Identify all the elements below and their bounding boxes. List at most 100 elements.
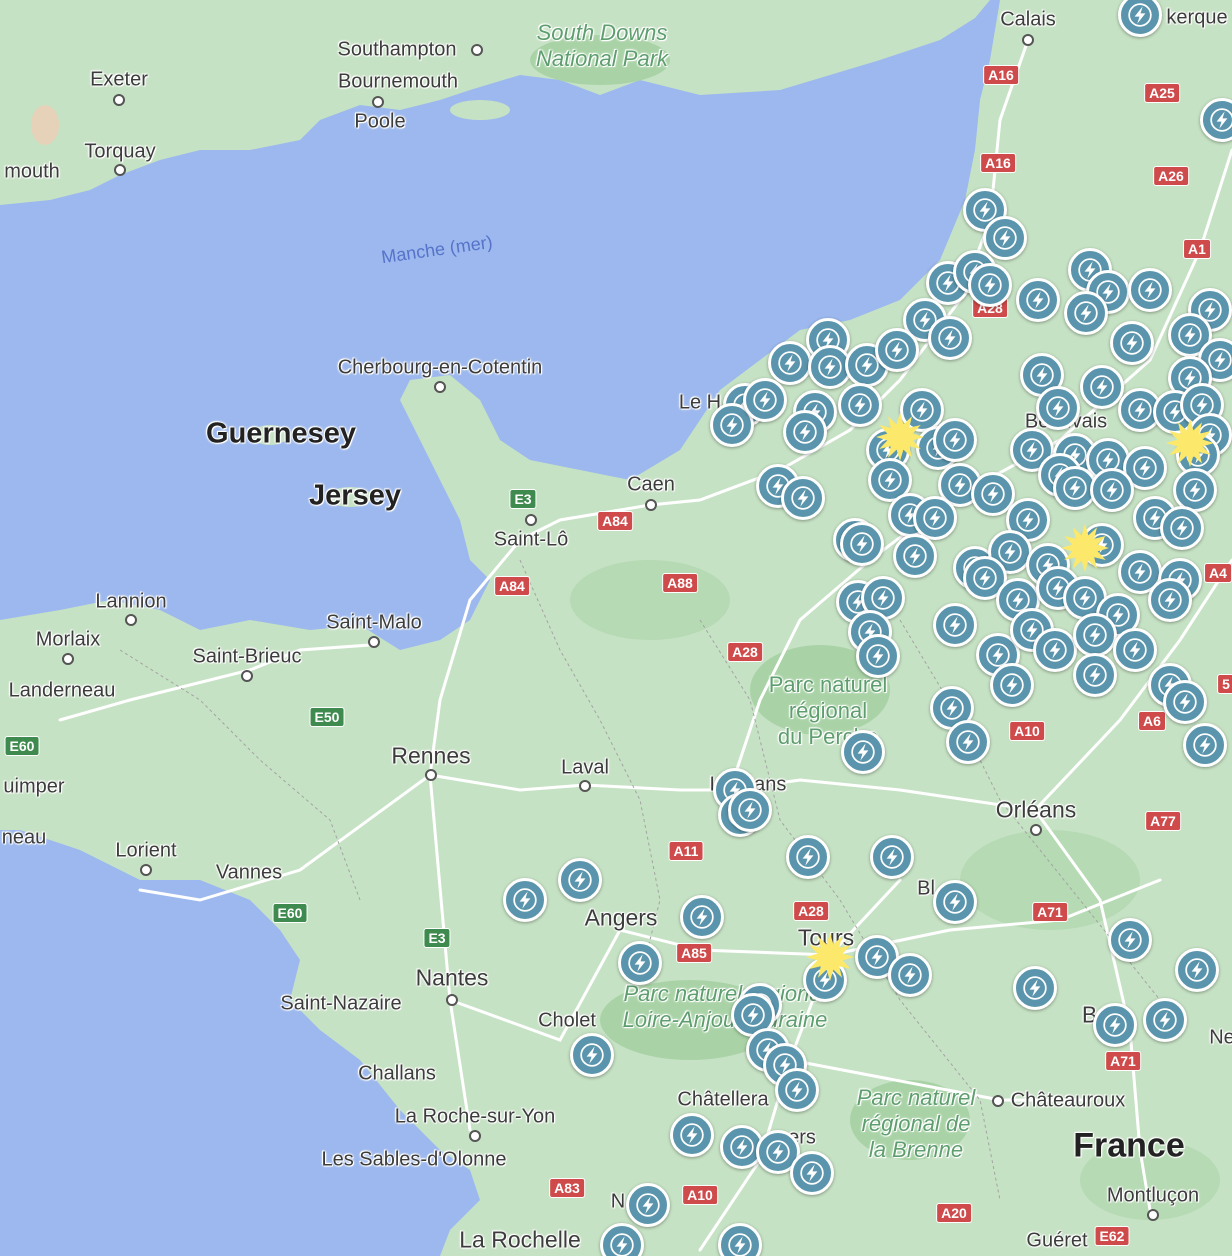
city-angers[interactable]: Angers xyxy=(585,905,658,932)
city-nantes[interactable]: Nantes xyxy=(416,965,489,992)
city-caen[interactable]: Caen xyxy=(627,474,675,497)
charger-marker[interactable] xyxy=(933,880,977,924)
charger-marker[interactable] xyxy=(933,603,977,647)
island-jersey[interactable]: Jersey xyxy=(309,480,401,513)
park-loire-anjou[interactable]: Parc naturel régional Loire-Anjou-Tourai… xyxy=(623,981,828,1033)
city-southampton[interactable]: Southampton xyxy=(338,39,457,62)
city-la-roche-sur-yon[interactable]: La Roche-sur-Yon xyxy=(395,1106,555,1129)
charger-marker[interactable] xyxy=(728,788,772,832)
charger-marker[interactable] xyxy=(1064,291,1108,335)
charger-marker[interactable] xyxy=(768,341,812,385)
city-challans[interactable]: Challans xyxy=(358,1063,436,1086)
city-montlucon[interactable]: Montluçon xyxy=(1107,1185,1199,1208)
starburst-icon[interactable] xyxy=(1165,418,1215,468)
charger-marker[interactable] xyxy=(570,1033,614,1077)
city-saint-nazaire[interactable]: Saint-Nazaire xyxy=(280,993,401,1016)
charger-marker[interactable] xyxy=(1108,918,1152,962)
charger-marker[interactable] xyxy=(1073,613,1117,657)
city-quimper[interactable]: uimper xyxy=(3,776,64,799)
city-laval[interactable]: Laval xyxy=(561,757,609,780)
city-exeter[interactable]: Exeter xyxy=(90,69,148,92)
charger-marker[interactable] xyxy=(928,316,972,360)
charger-marker[interactable] xyxy=(783,410,827,454)
city-torquay[interactable]: Torquay xyxy=(84,141,155,164)
city-chateauroux[interactable]: Châteauroux xyxy=(1011,1090,1126,1113)
starburst-icon[interactable] xyxy=(805,932,855,982)
city-cherbourg[interactable]: Cherbourg-en-Cotentin xyxy=(338,357,543,380)
charger-marker[interactable] xyxy=(893,534,937,578)
charger-marker[interactable] xyxy=(875,328,919,372)
city-plymouth[interactable]: mouth xyxy=(4,161,60,184)
charger-marker[interactable] xyxy=(990,663,1034,707)
city-gueret[interactable]: Guéret xyxy=(1026,1230,1087,1253)
city-saint-malo[interactable]: Saint-Malo xyxy=(326,612,422,635)
city-rennes[interactable]: Rennes xyxy=(391,743,470,770)
charger-marker[interactable] xyxy=(626,1183,670,1227)
city-morlaix[interactable]: Morlaix xyxy=(36,629,100,652)
city-saint-lo[interactable]: Saint-Lô xyxy=(494,529,569,552)
city-lorient[interactable]: Lorient xyxy=(115,840,176,863)
city-quimperle[interactable]: neau xyxy=(2,827,47,850)
charger-marker[interactable] xyxy=(1183,723,1227,767)
map-view[interactable]: Calais kerque Southampton Bournemouth Po… xyxy=(0,0,1232,1256)
charger-marker[interactable] xyxy=(558,858,602,902)
charger-marker[interactable] xyxy=(1163,680,1207,724)
city-chatellerault[interactable]: Châtellera xyxy=(677,1089,768,1112)
charger-marker[interactable] xyxy=(856,634,900,678)
charger-marker[interactable] xyxy=(1128,268,1172,312)
charger-marker[interactable] xyxy=(781,476,825,520)
city-calais[interactable]: Calais xyxy=(1000,9,1056,32)
charger-marker[interactable] xyxy=(1033,628,1077,672)
park-brenne[interactable]: Parc naturel régional de la Brenne xyxy=(857,1085,976,1163)
city-niort[interactable]: N xyxy=(611,1191,625,1214)
charger-marker[interactable] xyxy=(1160,506,1204,550)
charger-marker[interactable] xyxy=(1175,948,1219,992)
charger-marker[interactable] xyxy=(680,895,724,939)
city-blois[interactable]: Bl xyxy=(917,878,935,901)
city-lannion[interactable]: Lannion xyxy=(95,591,166,614)
city-cholet[interactable]: Cholet xyxy=(538,1010,596,1033)
charger-marker[interactable] xyxy=(1110,321,1154,365)
city-poole[interactable]: Poole xyxy=(354,111,405,134)
charger-marker[interactable] xyxy=(1093,1003,1137,1047)
charger-marker[interactable] xyxy=(775,1068,819,1112)
charger-marker[interactable] xyxy=(1036,386,1080,430)
charger-marker[interactable] xyxy=(946,720,990,764)
charger-marker[interactable] xyxy=(968,263,1012,307)
city-la-rochelle[interactable]: La Rochelle xyxy=(459,1227,580,1254)
charger-marker[interactable] xyxy=(870,835,914,879)
charger-marker[interactable] xyxy=(1016,278,1060,322)
city-landerneau[interactable]: Landerneau xyxy=(9,680,116,703)
city-orleans[interactable]: Orléans xyxy=(996,797,1077,824)
charger-marker[interactable] xyxy=(743,378,787,422)
city-vannes[interactable]: Vannes xyxy=(216,862,282,885)
charger-marker[interactable] xyxy=(1113,628,1157,672)
charger-marker[interactable] xyxy=(933,418,977,462)
charger-marker[interactable] xyxy=(1073,653,1117,697)
city-dunkerque[interactable]: kerque xyxy=(1166,7,1227,30)
charger-marker[interactable] xyxy=(913,496,957,540)
island-guernesey[interactable]: Guernesey xyxy=(206,418,356,451)
charger-marker[interactable] xyxy=(1080,365,1124,409)
charger-marker[interactable] xyxy=(503,878,547,922)
charger-marker[interactable] xyxy=(1013,966,1057,1010)
park-south-downs[interactable]: South Downs National Park xyxy=(536,20,668,72)
starburst-icon[interactable] xyxy=(1060,523,1110,573)
charger-marker[interactable] xyxy=(888,953,932,997)
city-nevers[interactable]: Ne xyxy=(1209,1027,1232,1050)
charger-marker[interactable] xyxy=(1090,468,1134,512)
city-les-sables[interactable]: Les Sables-d'Olonne xyxy=(321,1149,506,1172)
city-bournemouth[interactable]: Bournemouth xyxy=(338,71,458,94)
country-france[interactable]: France xyxy=(1073,1127,1185,1166)
starburst-icon[interactable] xyxy=(875,412,925,462)
charger-marker[interactable] xyxy=(790,1151,834,1195)
charger-marker[interactable] xyxy=(1148,578,1192,622)
charger-marker[interactable] xyxy=(983,216,1027,260)
charger-marker[interactable] xyxy=(841,730,885,774)
charger-marker[interactable] xyxy=(670,1113,714,1157)
charger-marker[interactable] xyxy=(1143,998,1187,1042)
charger-marker[interactable] xyxy=(840,522,884,566)
charger-marker[interactable] xyxy=(786,835,830,879)
charger-marker[interactable] xyxy=(618,941,662,985)
city-saint-brieuc[interactable]: Saint-Brieuc xyxy=(193,646,302,669)
